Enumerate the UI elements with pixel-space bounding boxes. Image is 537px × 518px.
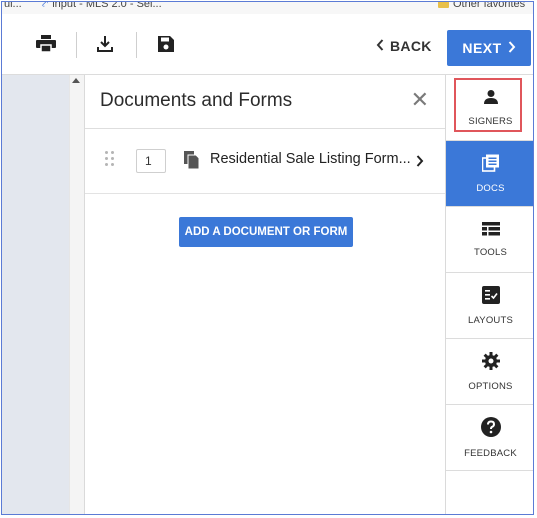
sidebar-item-options[interactable]: OPTIONS <box>446 339 533 405</box>
docs-icon <box>481 154 500 177</box>
panel-title: Documents and Forms <box>100 90 293 111</box>
document-order-input[interactable]: 1 <box>136 149 166 173</box>
download-icon[interactable] <box>93 32 117 56</box>
sidebar-item-signers[interactable]: SIGNERS <box>446 75 533 141</box>
favorite-item[interactable]: ul... <box>4 2 22 10</box>
save-icon[interactable] <box>154 32 178 56</box>
sidebar-item-layouts[interactable]: LAYOUTS <box>446 273 533 339</box>
sidebar-item-label: FEEDBACK <box>464 447 517 459</box>
right-sidebar: SIGNERS DOCS TOOLS LAYOUTS OPTIONS FEEDB… <box>446 75 533 514</box>
folder-icon <box>438 2 449 9</box>
scrollbar[interactable] <box>69 75 84 514</box>
document-name[interactable]: Residential Sale Listing Form... <box>210 151 411 167</box>
toolbar-divider <box>136 32 137 58</box>
chevron-right-icon <box>508 40 516 56</box>
back-label: BACK <box>390 38 432 54</box>
sidebar-item-label: DOCS <box>476 182 505 194</box>
help-icon <box>480 416 501 442</box>
favorite-label: Other favorites <box>453 2 526 10</box>
app-window: ul... ⤤ input - MLS 2.0 - Sel... Other fa… <box>1 1 534 515</box>
sidebar-item-label: LAYOUTS <box>467 314 514 326</box>
sidebar-item-label: OPTIONS <box>468 380 513 392</box>
layout-check-icon <box>481 285 500 309</box>
close-icon[interactable]: ✕ <box>411 89 429 111</box>
table-icon <box>481 221 500 241</box>
add-document-button[interactable]: ADD A DOCUMENT OR FORM <box>179 217 353 247</box>
next-label: NEXT <box>462 40 502 56</box>
chevron-left-icon <box>376 38 384 54</box>
sidebar-item-feedback[interactable]: FEEDBACK <box>446 405 533 471</box>
sidebar-item-label: TOOLS <box>473 246 508 258</box>
favorite-label: input - MLS 2.0 - Sel... <box>52 2 162 10</box>
top-toolbar: BACK NEXT <box>2 14 533 75</box>
chevron-right-icon[interactable] <box>416 154 424 172</box>
print-icon[interactable] <box>34 32 58 56</box>
panel-header: Documents and Forms ✕ <box>85 75 445 129</box>
sidebar-item-label: SIGNERS <box>468 115 513 127</box>
documents-panel: Documents and Forms ✕ 1 Residential Sale… <box>84 75 446 514</box>
toolbar-divider <box>76 32 77 58</box>
scroll-up-arrow-icon[interactable] <box>72 78 80 83</box>
next-button[interactable]: NEXT <box>447 30 531 66</box>
sidebar-item-docs[interactable]: DOCS <box>446 141 533 207</box>
document-row[interactable]: 1 Residential Sale Listing Form... <box>85 129 445 194</box>
favorite-item[interactable]: ⤤ input - MLS 2.0 - Sel... <box>42 2 162 11</box>
other-favorites[interactable]: Other favorites <box>438 2 525 10</box>
document-copy-icon <box>184 151 200 174</box>
drag-handle-icon[interactable] <box>105 151 115 167</box>
sidebar-item-tools[interactable]: TOOLS <box>446 207 533 273</box>
gear-icon <box>481 351 500 375</box>
back-button[interactable]: BACK <box>376 34 432 58</box>
link-icon: ⤤ <box>42 2 49 10</box>
person-icon <box>483 89 499 110</box>
